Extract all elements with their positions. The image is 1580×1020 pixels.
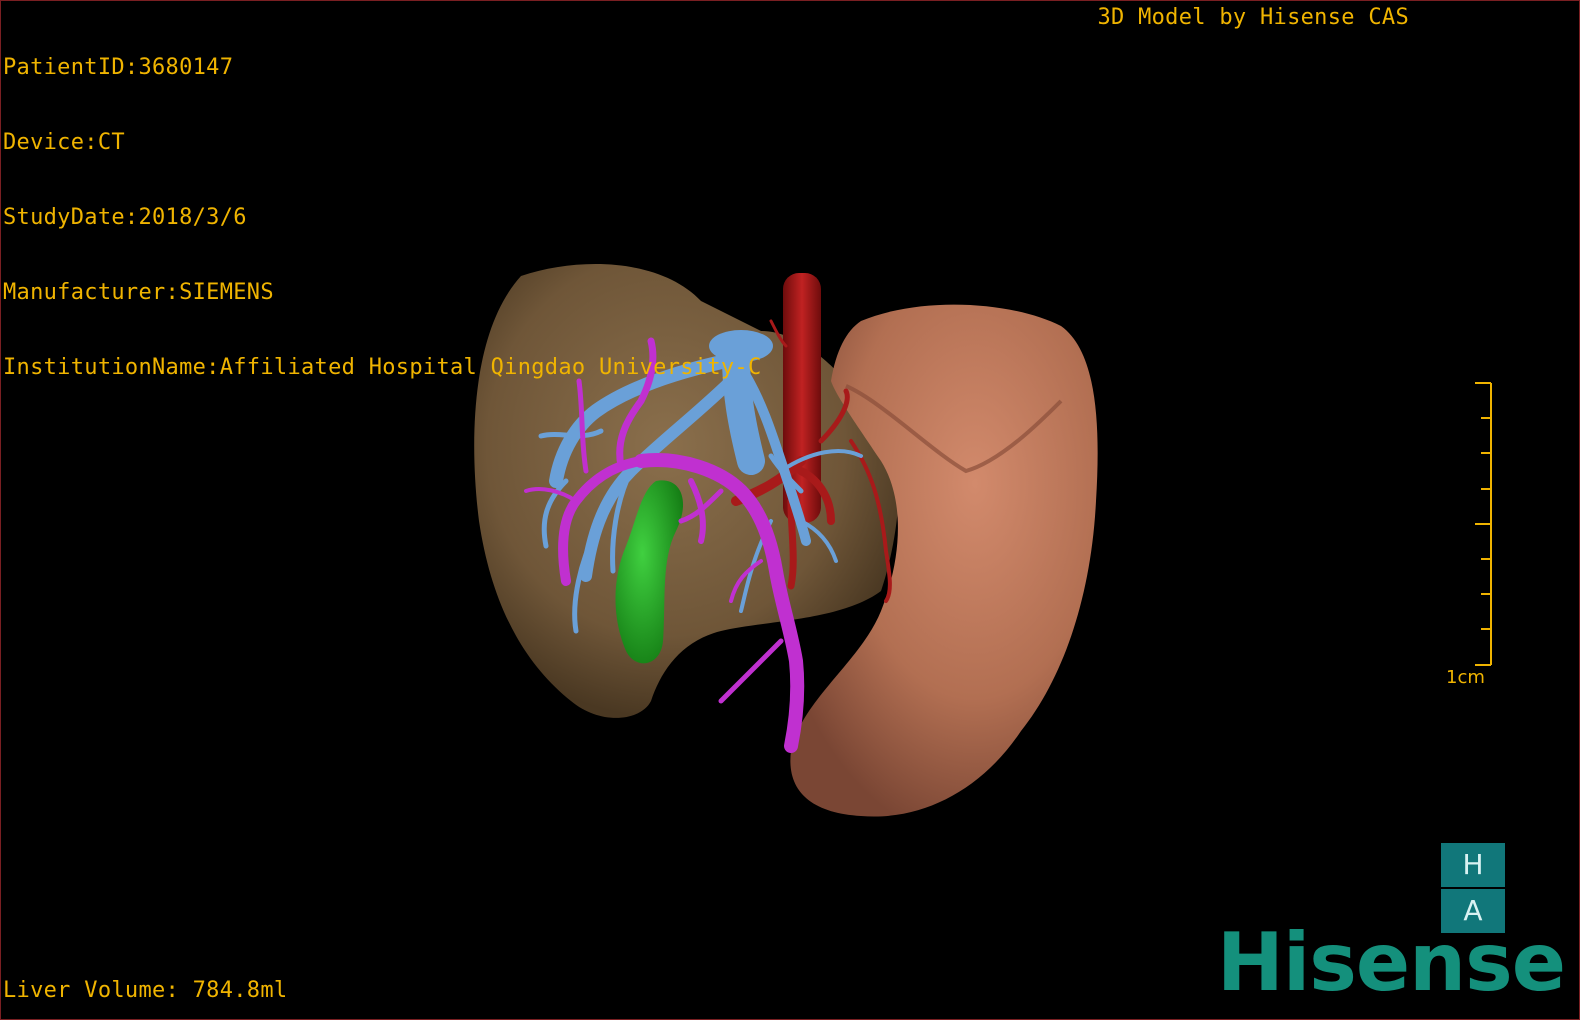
study-date-label: StudyDate:2018/3/6 — [3, 205, 247, 230]
patient-info-block: PatientID:3680147 Device:CT StudyDate:20… — [3, 5, 762, 430]
liver-volume-label: Liver Volume: 784.8ml — [3, 978, 288, 1003]
hisense-logo: Hisense — [1216, 916, 1566, 1009]
orientation-head-marker[interactable]: H — [1441, 843, 1505, 887]
scale-bar — [1475, 382, 1492, 666]
institution-label: InstitutionName:Affiliated Hospital Qing… — [3, 355, 762, 380]
patient-id-label: PatientID:3680147 — [3, 55, 234, 80]
scale-bar-label: 1cm — [1446, 667, 1485, 688]
manufacturer-label: Manufacturer:SIEMENS — [3, 280, 274, 305]
device-label: Device:CT — [3, 130, 125, 155]
model-source-label: 3D Model by Hisense CAS — [1097, 5, 1409, 30]
viewport-frame[interactable]: PatientID:3680147 Device:CT StudyDate:20… — [0, 0, 1580, 1020]
